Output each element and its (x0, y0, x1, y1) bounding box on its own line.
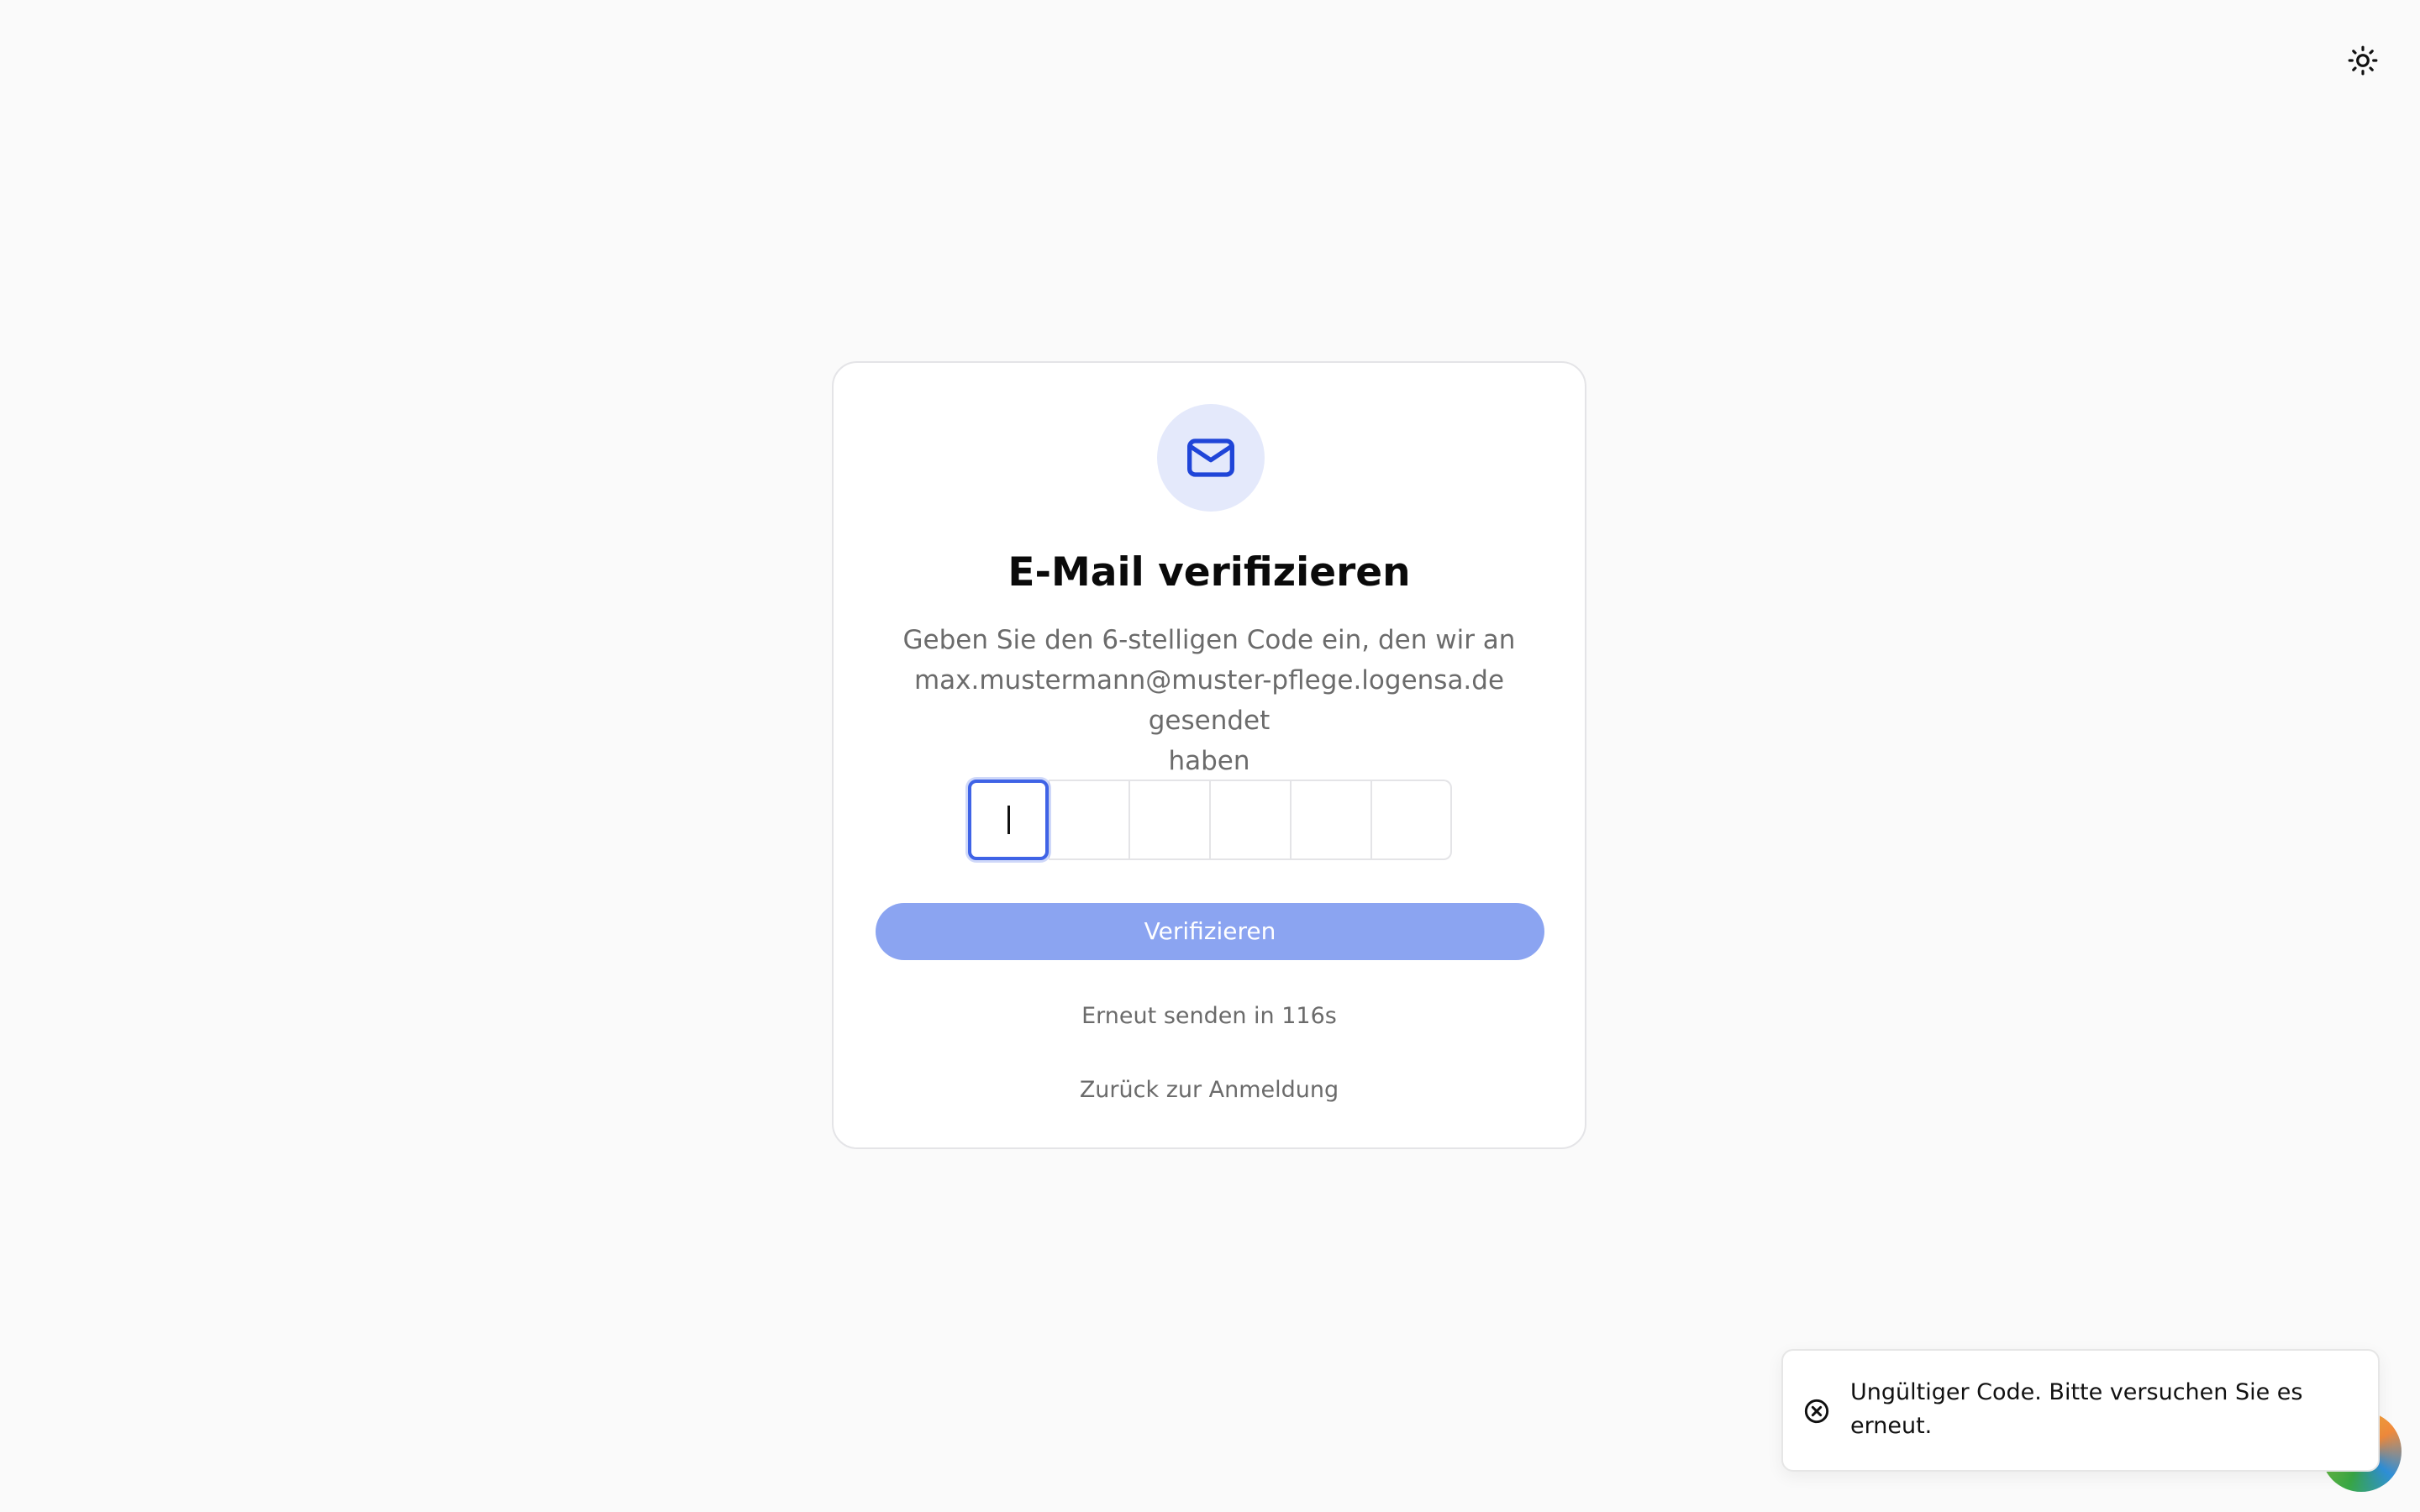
theme-toggle-button[interactable] (2339, 37, 2386, 84)
error-toast: Ungültiger Code. Bitte versuchen Sie es … (1781, 1349, 2380, 1472)
otp-digit-2[interactable] (1049, 780, 1129, 860)
verify-button[interactable]: Verifizieren (876, 903, 1544, 960)
instruction-line-3: haben (1168, 746, 1250, 776)
otp-digit-6[interactable] (1371, 780, 1452, 860)
sun-icon (2348, 45, 2378, 76)
otp-digit-1[interactable] (968, 780, 1049, 860)
text-cursor (1007, 806, 1010, 834)
verification-card: E-Mail verifizieren Geben Sie den 6-stel… (832, 361, 1586, 1149)
toast-message: Ungültiger Code. Bitte versuchen Sie es … (1850, 1379, 2303, 1439)
otp-input-group (968, 780, 1452, 860)
otp-digit-4[interactable] (1210, 780, 1291, 860)
mail-icon-badge (1157, 404, 1265, 512)
error-circle-icon (1804, 1399, 1829, 1424)
otp-digit-5[interactable] (1291, 780, 1371, 860)
mail-icon (1187, 438, 1234, 477)
page-title: E-Mail verifizieren (1007, 549, 1411, 596)
back-to-login-link[interactable]: Zurück zur Anmeldung (834, 1077, 1585, 1103)
instruction-line-2: max.mustermann@muster-pflege.logensa.de … (913, 665, 1505, 736)
resend-countdown: Erneut senden in 116s (1081, 1003, 1337, 1029)
verify-email-page: E-Mail verifizieren Geben Sie den 6-stel… (0, 0, 2420, 1512)
instruction-text: Geben Sie den 6-stelligen Code ein, den … (867, 620, 1551, 781)
instruction-line-1: Geben Sie den 6-stelligen Code ein, den … (902, 625, 1516, 655)
otp-digit-3[interactable] (1129, 780, 1210, 860)
